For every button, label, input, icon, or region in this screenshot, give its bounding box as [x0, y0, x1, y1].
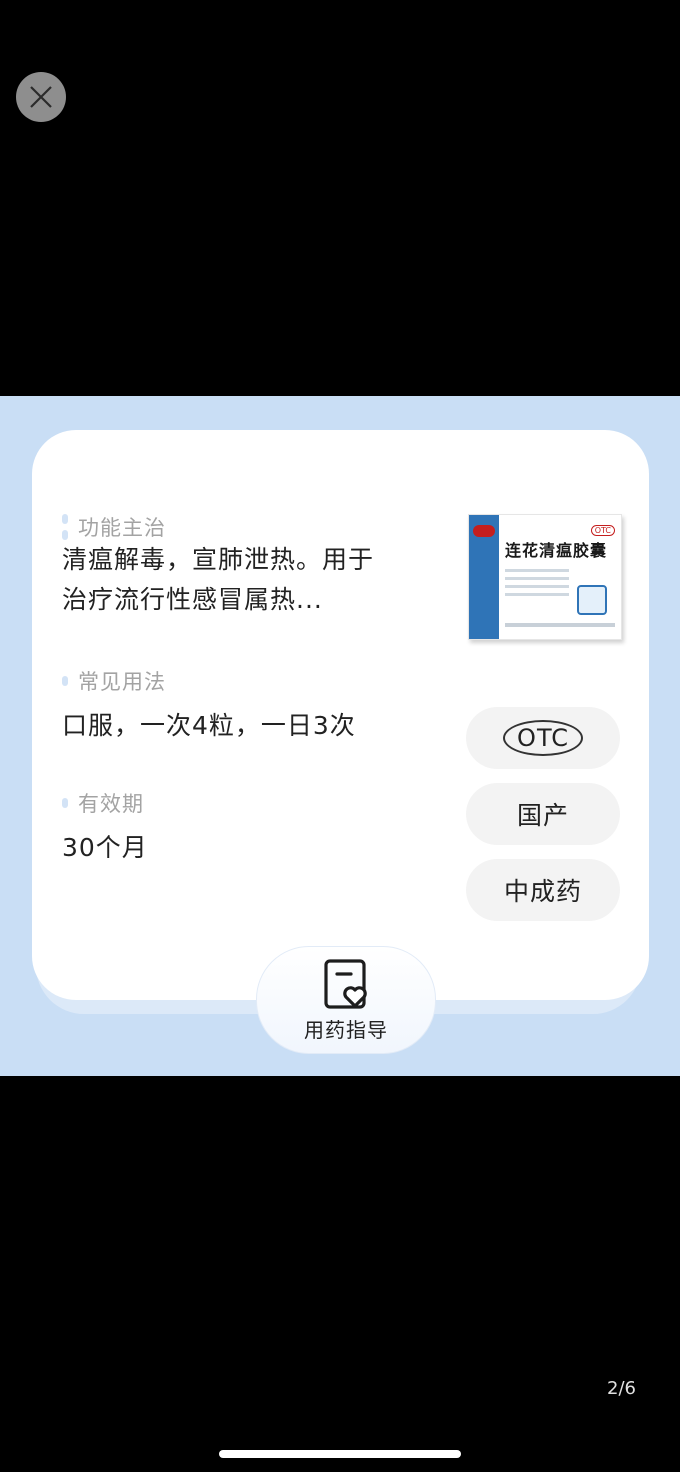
close-icon — [30, 86, 52, 108]
medication-guide-button[interactable]: 用药指导 — [256, 946, 436, 1054]
home-indicator[interactable] — [219, 1450, 461, 1458]
label-dots — [62, 798, 72, 808]
label-dots — [62, 514, 72, 540]
product-emblem-icon — [577, 585, 607, 615]
product-otc-badge: OTC — [590, 525, 615, 536]
product-image: OTC 连花清瘟胶囊 — [468, 514, 622, 640]
document-heart-icon — [324, 958, 367, 1009]
section-label: 功能主治 — [78, 516, 166, 540]
label-dots — [62, 676, 72, 686]
info-card: 功能主治 清瘟解毒，宣肺泄热。用于治疗流行性感冒属热... 常见用法 口服，一次… — [32, 430, 649, 1000]
section-usage: 常见用法 口服，一次4粒，一日3次 — [62, 666, 442, 746]
section-indications: 功能主治 清瘟解毒，宣肺泄热。用于治疗流行性感冒属热... — [62, 512, 392, 620]
tag-chinese-medicine: 中成药 — [466, 859, 620, 921]
guide-label: 用药指导 — [304, 1017, 388, 1042]
section-value: 30个月 — [62, 833, 148, 862]
tag-otc: OTC — [466, 707, 620, 769]
section-value: 口服，一次4粒，一日3次 — [62, 711, 356, 740]
tag-domestic: 国产 — [466, 783, 620, 845]
section-label: 常见用法 — [78, 670, 166, 694]
image-frame: 功能主治 清瘟解毒，宣肺泄热。用于治疗流行性感冒属热... 常见用法 口服，一次… — [0, 396, 680, 1076]
page-indicator: 2/6 — [607, 1378, 636, 1399]
close-button[interactable] — [16, 72, 66, 122]
section-value: 清瘟解毒，宣肺泄热。用于治疗流行性感冒属热... — [62, 545, 375, 614]
product-name: 连花清瘟胶囊 — [505, 541, 608, 560]
brand-logo-icon — [473, 525, 495, 537]
section-validity: 有效期 30个月 — [62, 788, 442, 868]
section-label: 有效期 — [78, 792, 144, 816]
